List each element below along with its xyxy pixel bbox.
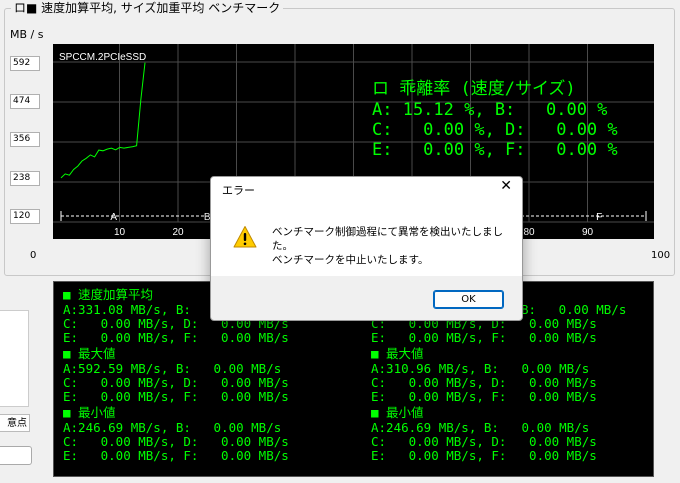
x-tick-label: 10 <box>114 227 126 238</box>
unit-label: MB / s <box>10 28 44 41</box>
max-line-right-2: C: 0.00 MB/s, D: 0.00 MB/s <box>371 375 597 390</box>
max-line-left-3: E: 0.00 MB/s, F: 0.00 MB/s <box>63 389 289 404</box>
min-line-right-2: C: 0.00 MB/s, D: 0.00 MB/s <box>371 434 597 449</box>
side-button[interactable]: 意点 <box>0 414 30 432</box>
min-line-left-3: E: 0.00 MB/s, F: 0.00 MB/s <box>63 448 289 463</box>
y-tick-474: 474 <box>10 94 40 109</box>
ok-button[interactable]: OK <box>433 290 504 309</box>
dialog-message-line1: ベンチマーク制御過程にて異常を検出いたしました。 <box>272 226 503 252</box>
min-line-left-2: C: 0.00 MB/s, D: 0.00 MB/s <box>63 434 289 449</box>
ratio-title: ロ 乖離率 (速度/サイズ) <box>372 79 576 99</box>
marker-label-f: F <box>596 212 602 223</box>
marker-label-a: A <box>110 212 117 223</box>
min-title-right: ■ 最小値 <box>371 405 424 420</box>
side-input[interactable] <box>0 446 32 465</box>
x-tick-label: 20 <box>172 227 184 238</box>
min-title-left: ■ 最小値 <box>63 405 116 420</box>
x-tick-label: 80 <box>523 227 535 238</box>
max-line-right-1: A:310.96 MB/s, B: 0.00 MB/s <box>371 361 590 376</box>
dialog-message-line2: ベンチマークを中止いたします。 <box>272 254 429 266</box>
avg-line-right-1-partial: B: 0.00 MB/s <box>521 302 627 317</box>
max-line-left-2: C: 0.00 MB/s, D: 0.00 MB/s <box>63 375 289 390</box>
x-tick-label: 90 <box>582 227 594 238</box>
error-dialog: エラー ✕ ベンチマーク制御過程にて異常を検出いたしました。 ベンチマークを中止… <box>210 176 523 321</box>
min-line-left-1: A:246.69 MB/s, B: 0.00 MB/s <box>63 420 282 435</box>
ratio-line-ef: E: 0.00 %, F: 0.00 % <box>372 140 618 160</box>
ratio-line-ab: A: 15.12 %, B: 0.00 % <box>372 100 608 120</box>
close-icon[interactable]: ✕ <box>500 178 512 194</box>
series-a-line <box>60 62 146 179</box>
y-tick-356: 356 <box>10 132 40 147</box>
y-tick-120: 120 <box>10 209 40 224</box>
x-axis-start: 0 <box>30 250 37 261</box>
avg-line-right-3: E: 0.00 MB/s, F: 0.00 MB/s <box>371 330 597 345</box>
max-title-left: ■ 最大値 <box>63 346 116 361</box>
max-line-left-1: A:592.59 MB/s, B: 0.00 MB/s <box>63 361 282 376</box>
min-line-right-3: E: 0.00 MB/s, F: 0.00 MB/s <box>371 448 597 463</box>
x-axis-end: 100 <box>651 250 671 261</box>
group-title: ロ■ 速度加算平均, サイズ加重平均 ベンチマーク <box>11 0 284 16</box>
max-line-right-3: E: 0.00 MB/s, F: 0.00 MB/s <box>371 389 597 404</box>
max-title-right: ■ 最大値 <box>371 346 424 361</box>
dialog-title: エラー <box>222 184 255 197</box>
avg-line-left-3: E: 0.00 MB/s, F: 0.00 MB/s <box>63 330 289 345</box>
warning-icon <box>233 226 257 248</box>
y-tick-238: 238 <box>10 171 40 186</box>
avg-title-left: ■ 速度加算平均 <box>63 287 154 302</box>
device-label: SPCCM.2PCIeSSD <box>59 52 146 63</box>
ratio-line-cd: C: 0.00 %, D: 0.00 % <box>372 120 618 140</box>
side-panel <box>0 310 29 407</box>
min-line-right-1: A:246.69 MB/s, B: 0.00 MB/s <box>371 420 590 435</box>
dialog-message: ベンチマーク制御過程にて異常を検出いたしました。 ベンチマークを中止いたします。 <box>272 225 522 267</box>
y-tick-592: 592 <box>10 56 40 71</box>
